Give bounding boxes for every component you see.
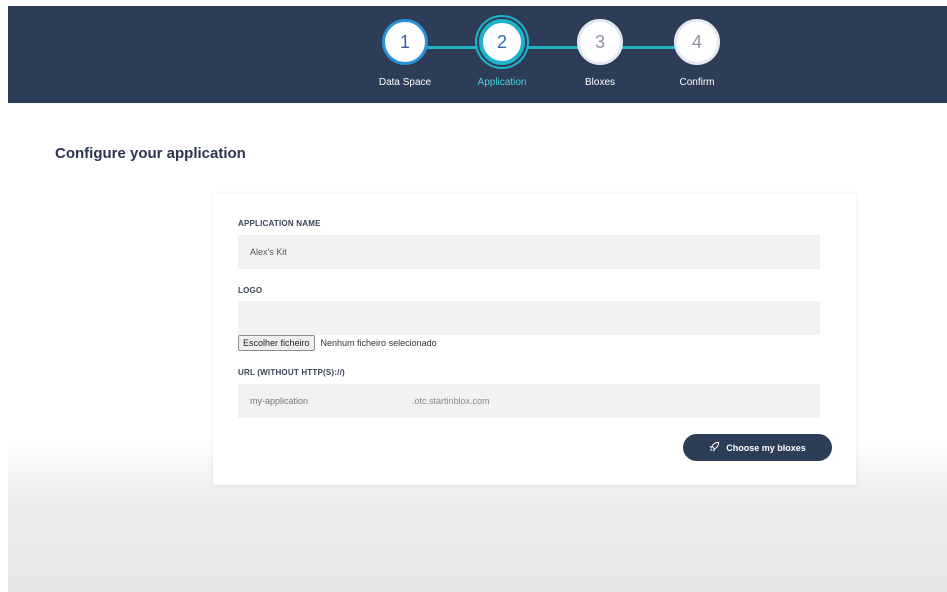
app-name-input[interactable]: [238, 235, 820, 269]
url-domain-suffix: .otc.startinblox.com: [412, 396, 490, 406]
choose-file-button[interactable]: Escolher ficheiro: [238, 335, 315, 351]
step-number: 4: [674, 19, 720, 65]
url-field: .otc.startinblox.com: [238, 384, 820, 418]
step-label: Data Space: [378, 77, 432, 88]
step-number: 2: [479, 19, 525, 65]
progress-stepper: 1 Data Space 2 Application 3 Bloxes 4 Co…: [8, 6, 947, 103]
file-status-text: Nenhum ficheiro selecionado: [320, 338, 437, 348]
choose-bloxes-label: Choose my bloxes: [726, 442, 806, 453]
logo-file-picker: Escolher ficheiro Nenhum ficheiro seleci…: [238, 335, 437, 351]
rocket-icon: [709, 441, 720, 455]
logo-preview-box: [238, 301, 820, 335]
header-bar: 1 Data Space 2 Application 3 Bloxes 4 Co…: [8, 6, 947, 103]
step-confirm[interactable]: 4 Confirm: [670, 19, 724, 88]
step-bloxes[interactable]: 3 Bloxes: [573, 19, 627, 88]
step-number: 1: [382, 19, 428, 65]
logo-label: LOGO: [238, 286, 263, 295]
application-form-card: APPLICATION NAME LOGO Escolher ficheiro …: [213, 194, 856, 485]
step-label: Confirm: [679, 77, 715, 88]
choose-bloxes-button[interactable]: Choose my bloxes: [683, 434, 832, 461]
step-label: Application: [477, 77, 527, 88]
url-input[interactable]: [238, 384, 412, 418]
step-number: 3: [577, 19, 623, 65]
page-title: Configure your application: [55, 145, 246, 162]
step-application[interactable]: 2 Application: [475, 19, 529, 88]
step-data-space[interactable]: 1 Data Space: [378, 19, 432, 88]
step-label: Bloxes: [584, 77, 615, 88]
url-label: URL (WITHOUT HTTP(S)://): [238, 368, 345, 377]
app-name-label: APPLICATION NAME: [238, 219, 321, 228]
